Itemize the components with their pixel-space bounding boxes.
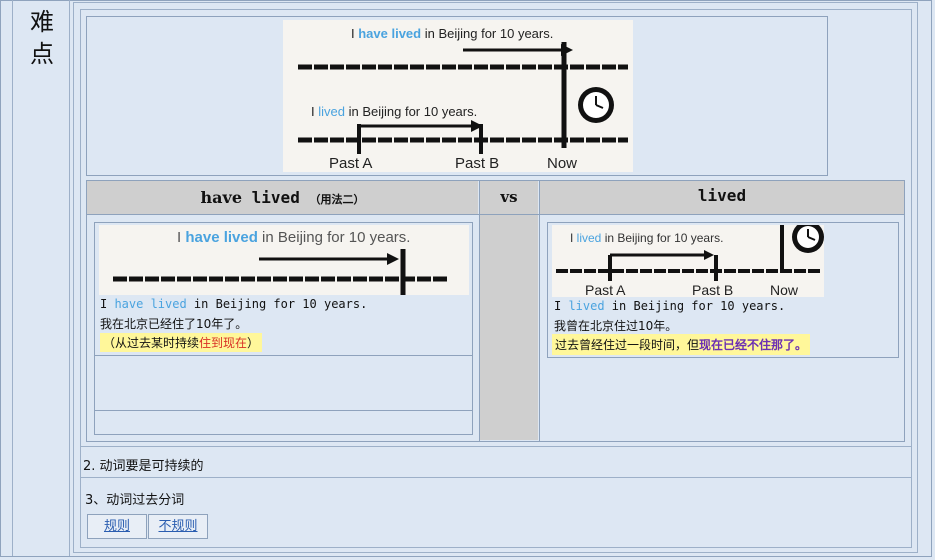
main-bottom-post: in Beijing for 10 years. xyxy=(345,104,477,119)
left-en-sentence: I have lived in Beijing for 10 years. xyxy=(100,297,368,311)
left-cn-sentence: 我在北京已经住了10年了。 xyxy=(100,317,248,331)
left-divider xyxy=(94,410,473,411)
right-timeline-image: I lived in Beijing for 10 years. Past A … xyxy=(552,225,824,297)
divider xyxy=(539,181,540,441)
right-header: lived xyxy=(540,181,904,214)
irregular-link[interactable]: 不规则 xyxy=(148,514,208,539)
svg-text:I lived in Beijing for 10 year: I lived in Beijing for 10 years. xyxy=(311,104,477,119)
main-now: Now xyxy=(547,155,577,172)
right-img-pre: I xyxy=(570,231,577,245)
svg-text:I have lived in Beijing for 10: I have lived in Beijing for 10 years. xyxy=(177,229,410,246)
left-divider xyxy=(94,355,473,356)
point-2: 2. 动词要是可持续的 xyxy=(81,446,911,477)
main-timeline-image: I have lived in Beijing for 10 years. I … xyxy=(283,20,633,172)
left-header-mono: lived xyxy=(251,188,300,207)
section-label: 难 点 xyxy=(12,0,70,556)
main-past-a: Past A xyxy=(329,155,372,172)
section-label-char-1: 难 xyxy=(30,8,54,36)
right-cn-sentence: 我曾在北京住过10年。 xyxy=(554,319,678,333)
main-top-verb: have lived xyxy=(358,26,421,41)
section-label-char-2: 点 xyxy=(30,40,54,68)
left-img-verb: have lived xyxy=(185,229,258,246)
point-2-text: 2. 动词要是可持续的 xyxy=(83,459,204,474)
left-header: have lived （用法二） xyxy=(87,181,478,214)
header-divider xyxy=(87,214,904,215)
vs-column xyxy=(480,214,538,440)
right-img-verb: lived xyxy=(577,231,602,245)
right-note: 过去曾经住过一段时间，但现在已经不住那了。 xyxy=(552,334,811,355)
main-top-post: in Beijing for 10 years. xyxy=(421,26,553,41)
right-past-a: Past A xyxy=(585,282,626,297)
left-header-note: （用法二） xyxy=(309,193,365,206)
regular-link[interactable]: 规则 xyxy=(87,514,147,539)
right-en-sentence: I lived in Beijing for 10 years. xyxy=(554,299,786,313)
point-3-text: 3、动词过去分词 xyxy=(85,493,185,508)
main-bottom-verb: lived xyxy=(318,104,345,119)
divider xyxy=(479,181,480,441)
right-past-b: Past B xyxy=(692,282,733,297)
main-bottom-pre: I xyxy=(311,104,318,119)
left-note: （从过去某时持续住到现在） xyxy=(100,333,263,352)
svg-text:I have lived in Beijing for 10: I have lived in Beijing for 10 years. xyxy=(351,26,553,41)
right-img-post: in Beijing for 10 years. xyxy=(601,231,723,245)
left-header-word: have xyxy=(200,188,243,207)
main-top-pre: I xyxy=(351,26,358,41)
left-timeline-image: I have lived in Beijing for 10 years. xyxy=(99,225,469,295)
vs-header: vs xyxy=(480,181,538,214)
right-now: Now xyxy=(770,282,799,297)
left-img-post: in Beijing for 10 years. xyxy=(258,229,411,246)
svg-text:I lived in Beijing for 10 year: I lived in Beijing for 10 years. xyxy=(570,231,723,245)
main-past-b: Past B xyxy=(455,155,499,172)
left-img-pre: I xyxy=(177,229,185,246)
